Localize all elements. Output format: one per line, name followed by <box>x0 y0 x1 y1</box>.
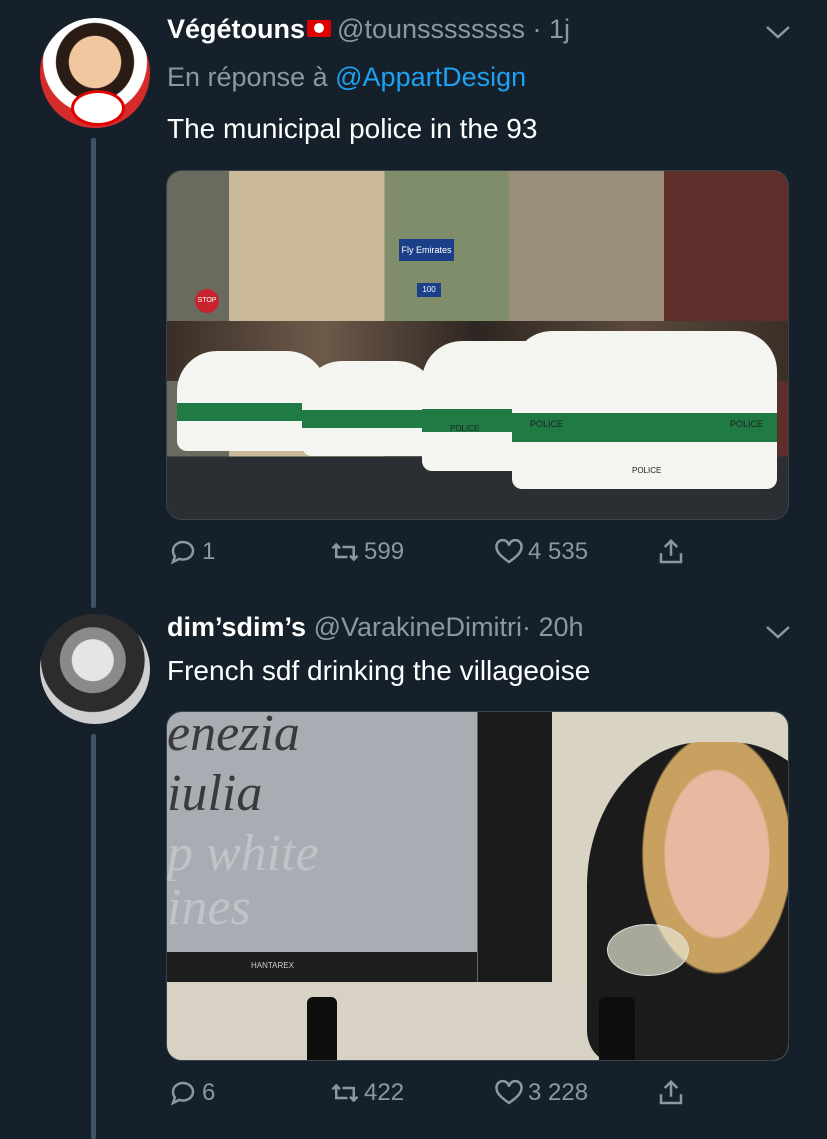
tweet-actions: 6 422 3 228 <box>0 1078 827 1118</box>
avatar[interactable] <box>40 18 150 128</box>
retweet-icon <box>331 1083 359 1103</box>
tweet-header: dim’sdim’s @VarakineDimitri· 20h <box>167 612 584 643</box>
tweet[interactable]: Végétouns @tounssssssss · 1j En réponse à… <box>0 0 827 600</box>
retweet-count: 599 <box>364 538 405 565</box>
reply-count: 1 <box>202 538 216 565</box>
reply-mention-link[interactable]: @AppartDesign <box>335 62 526 92</box>
wine-bottle <box>307 997 337 1060</box>
reply-count: 6 <box>202 1079 216 1106</box>
share-icon <box>659 538 683 564</box>
wine-bottle <box>599 997 635 1060</box>
retweet-button[interactable]: 422 <box>330 1078 404 1108</box>
police-car: POLICE POLICE POLICE <box>512 331 777 489</box>
user-handle[interactable]: @tounssssssss <box>337 14 525 44</box>
tweet-time[interactable]: · 1j <box>533 14 571 44</box>
wine-glass <box>607 924 689 976</box>
reply-button[interactable]: 6 <box>168 1078 215 1108</box>
like-count: 4 535 <box>528 538 589 565</box>
heart-icon <box>495 1079 523 1105</box>
reply-prefix: En réponse à <box>167 62 328 92</box>
tweet-header: Végétouns @tounssssssss · 1j <box>167 14 570 45</box>
like-button[interactable]: 4 535 <box>494 537 588 567</box>
stop-sign: STOP <box>195 289 219 313</box>
reply-icon <box>170 540 195 565</box>
like-button[interactable]: 3 228 <box>494 1078 588 1108</box>
tweet-image-police-cars[interactable]: Fly Emirates 100 STOP POLICE POLICE POLI… <box>166 170 789 520</box>
like-count: 3 228 <box>528 1079 589 1106</box>
display-name[interactable]: dim’sdim’s <box>167 612 306 642</box>
police-car <box>302 361 437 456</box>
user-handle[interactable]: @VarakineDimitri <box>314 612 522 642</box>
tunisia-flag-icon <box>307 20 332 38</box>
reply-button[interactable]: 1 <box>168 537 215 567</box>
retweet-count: 422 <box>364 1079 405 1106</box>
tweet-actions: 1 599 4 535 <box>0 537 827 577</box>
avatar[interactable] <box>40 614 150 724</box>
tunisia-flag-icon <box>71 90 125 126</box>
reply-context: En réponse à @AppartDesign <box>167 62 526 93</box>
tweet-text: The municipal police in the 93 <box>167 113 538 144</box>
tweet-image-man-drinking[interactable]: enezia iulia p white ines HANTAREX <box>166 711 789 1061</box>
poster-text: iulia <box>167 765 263 822</box>
poster-text: enezia <box>167 711 300 762</box>
poster-text: p white <box>167 825 319 882</box>
reply-icon <box>170 1081 195 1106</box>
monitor-base: HANTAREX <box>167 952 477 982</box>
retweet-button[interactable]: 599 <box>330 537 404 567</box>
poster-text: ines <box>167 879 251 936</box>
display-name[interactable]: Végétouns <box>167 14 305 44</box>
road-number-sign: 100 <box>417 283 441 297</box>
retweet-icon <box>331 542 359 562</box>
share-icon <box>659 1079 683 1105</box>
share-button[interactable] <box>656 1078 690 1108</box>
share-button[interactable] <box>656 537 690 567</box>
chevron-down-icon[interactable] <box>765 20 791 46</box>
fly-emirates-sign: Fly Emirates <box>399 239 454 261</box>
tweet-time[interactable]: · 20h <box>522 612 584 642</box>
chevron-down-icon[interactable] <box>765 620 791 646</box>
tweet-text: French sdf drinking the villageoise <box>167 655 591 686</box>
heart-icon <box>495 538 523 564</box>
